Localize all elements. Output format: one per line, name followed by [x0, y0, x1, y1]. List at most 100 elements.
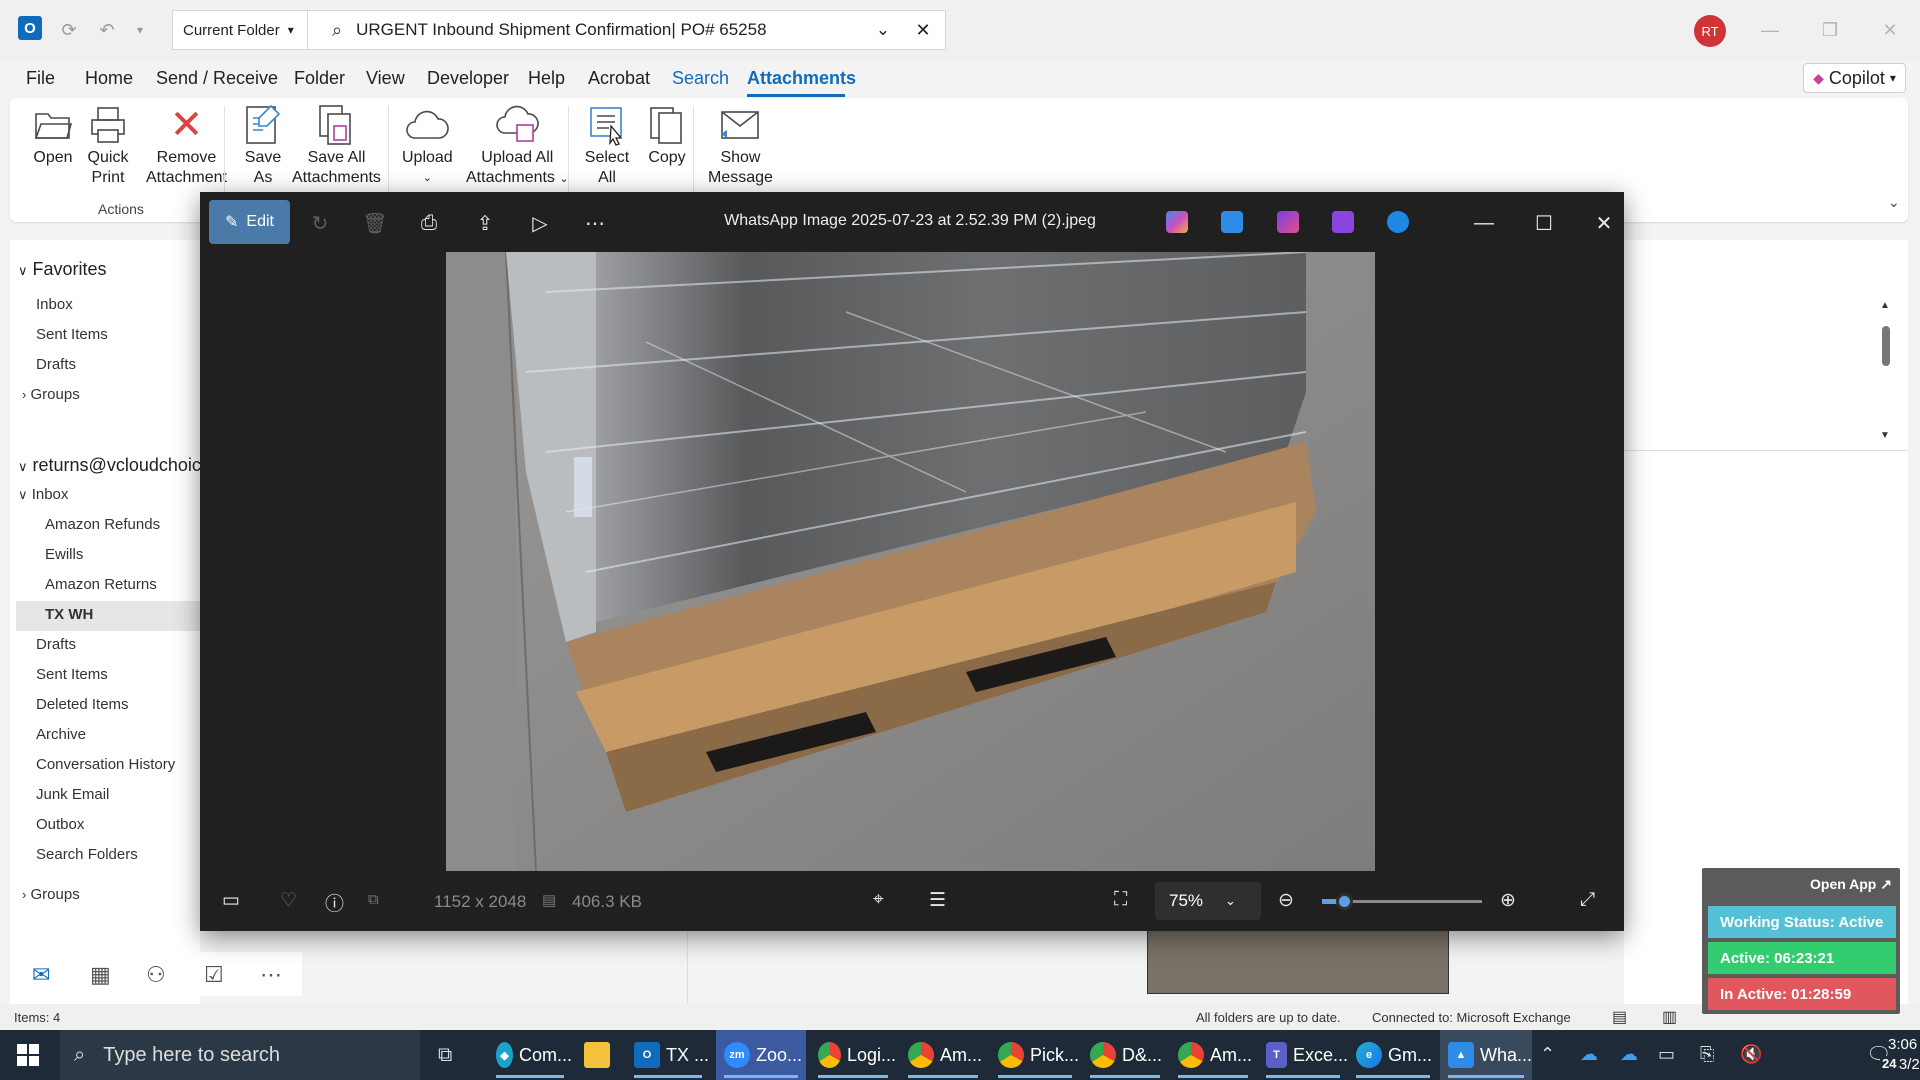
upload-button[interactable]: Upload ⌄: [402, 102, 453, 188]
viewer-minimize-icon[interactable]: —: [1471, 210, 1497, 236]
slideshow-icon[interactable]: ▷: [527, 210, 553, 236]
zoom-out-icon[interactable]: ⊖: [1278, 889, 1294, 912]
folder-deleted-items[interactable]: Deleted Items: [36, 696, 129, 713]
customize-toolbar-icon[interactable]: ▾: [128, 18, 152, 42]
full-screen-icon[interactable]: ⤢: [1580, 889, 1595, 911]
scroll-down-icon[interactable]: ▼: [1880, 430, 1890, 441]
rotate-icon[interactable]: ↻: [307, 210, 333, 236]
reading-pane-scrollbar[interactable]: ▲ ▼: [1876, 300, 1896, 446]
scroll-up-icon[interactable]: ▲: [1880, 300, 1890, 311]
taskbar-app-teams-excel[interactable]: T Exce...: [1258, 1030, 1348, 1080]
folder-outbox[interactable]: Outbox: [36, 816, 84, 833]
open-button[interactable]: Open: [30, 102, 76, 168]
taskbar-app-photos-whatsapp[interactable]: ▲ Wha...: [1440, 1030, 1532, 1080]
normal-view-icon[interactable]: ▤: [1612, 1007, 1627, 1027]
folder-tx-wh[interactable]: TX WH: [45, 606, 93, 623]
account-header[interactable]: ∨ returns@vcloudchoic: [18, 455, 201, 476]
clear-search-icon[interactable]: ✕: [901, 20, 945, 41]
copilot-app-icon[interactable]: [1166, 211, 1188, 233]
clipchamp-app-icon[interactable]: [1332, 211, 1354, 233]
mail-icon[interactable]: ✉: [32, 962, 50, 988]
avatar[interactable]: RT: [1694, 15, 1726, 47]
folder-inbox[interactable]: ∨ Inbox: [18, 486, 68, 503]
folder-fav-sent[interactable]: Sent Items: [36, 326, 108, 343]
quick-print-button[interactable]: Quick Print: [85, 102, 131, 188]
search-scope-dropdown[interactable]: Current Folder ▾: [172, 10, 308, 50]
tab-search[interactable]: Search: [672, 68, 729, 89]
tab-developer[interactable]: Developer: [427, 68, 509, 89]
folder-conversation-history[interactable]: Conversation History: [36, 756, 175, 773]
delete-icon[interactable]: 🗑: [362, 210, 388, 236]
attachment-thumbnail[interactable]: [1147, 930, 1449, 994]
battery-icon[interactable]: ▭: [1658, 1044, 1675, 1065]
folder-junk-email[interactable]: Junk Email: [36, 786, 109, 803]
copy-button[interactable]: Copy: [644, 102, 690, 168]
tab-folder[interactable]: Folder: [294, 68, 345, 89]
onedrive-app-icon[interactable]: [1387, 211, 1409, 233]
viewer-close-icon[interactable]: ✕: [1591, 210, 1617, 236]
scroll-thumb[interactable]: [1882, 326, 1890, 366]
viewer-maximize-icon[interactable]: ☐: [1531, 210, 1557, 236]
open-app-link[interactable]: Open App ↗: [1810, 876, 1892, 893]
folder-drafts[interactable]: Drafts: [36, 636, 76, 653]
zoom-level-dropdown[interactable]: 75% ⌄: [1155, 882, 1261, 920]
save-all-attachments-button[interactable]: Save All Attachments: [292, 102, 381, 188]
close-window-icon[interactable]: ✕: [1870, 14, 1910, 46]
people-icon[interactable]: ⚇: [146, 962, 166, 988]
taskbar-app-edge-gmail[interactable]: e Gm...: [1348, 1030, 1438, 1080]
more-apps-icon[interactable]: ⋯: [260, 962, 282, 988]
tasks-icon[interactable]: ☑: [204, 962, 224, 988]
select-all-button[interactable]: Select All: [584, 102, 630, 188]
task-view-icon[interactable]: ⧉: [438, 1044, 452, 1067]
folder-fav-groups[interactable]: › Groups: [22, 386, 80, 403]
tab-help[interactable]: Help: [528, 68, 565, 89]
undo-icon[interactable]: ↶: [95, 18, 119, 42]
remove-attachment-button[interactable]: ✕ Remove Attachment: [146, 102, 227, 188]
taskbar-search[interactable]: ⌕ Type here to search: [60, 1030, 420, 1080]
onedrive-business-tray-icon[interactable]: ☁: [1620, 1044, 1638, 1065]
filmstrip-icon[interactable]: ▭: [222, 889, 240, 912]
zoom-in-icon[interactable]: ⊕: [1500, 889, 1516, 912]
tab-file[interactable]: File: [26, 68, 55, 89]
show-hidden-icons-chevron-icon[interactable]: ⌃: [1540, 1044, 1555, 1065]
restore-window-icon[interactable]: ❐: [1810, 14, 1850, 46]
tab-acrobat[interactable]: Acrobat: [588, 68, 650, 89]
volume-muted-icon[interactable]: 🔇: [1740, 1044, 1762, 1065]
taskbar-app-outlook[interactable]: O TX ...: [626, 1030, 710, 1080]
favorites-header[interactable]: ∨ Favorites: [18, 259, 107, 280]
folder-groups[interactable]: › Groups: [22, 886, 80, 903]
copilot-button[interactable]: ◆ Copilot ▾: [1803, 63, 1906, 93]
folder-amazon-refunds[interactable]: Amazon Refunds: [45, 516, 160, 533]
save-as-button[interactable]: Save As: [240, 102, 286, 188]
calendar-icon[interactable]: ▦: [90, 962, 111, 988]
collapse-ribbon-icon[interactable]: ⌄: [1888, 194, 1900, 211]
search-options-chevron-icon[interactable]: ⌄: [865, 20, 901, 40]
taskbar-app-chrome-dd[interactable]: D&...: [1082, 1030, 1168, 1080]
onedrive-tray-icon[interactable]: ☁: [1580, 1044, 1598, 1065]
taskbar-app-chrome-pick[interactable]: Pick...: [990, 1030, 1080, 1080]
tab-send-receive[interactable]: Send / Receive: [156, 68, 278, 89]
edit-button[interactable]: ✎ Edit: [209, 200, 290, 244]
taskbar-app-chrome-amazon[interactable]: Am...: [900, 1030, 986, 1080]
upload-all-attachments-button[interactable]: Upload All Attachments ⌄: [466, 102, 569, 189]
print-icon[interactable]: ⎙: [416, 210, 442, 236]
taskbar-app-chrome-amazon-2[interactable]: Am...: [1170, 1030, 1256, 1080]
zoom-slider-handle[interactable]: [1336, 893, 1354, 910]
start-button[interactable]: [0, 1030, 56, 1080]
taskbar-app-chrome-login[interactable]: Logi...: [810, 1030, 896, 1080]
folder-amazon-returns[interactable]: Amazon Returns: [45, 576, 157, 593]
taskbar-app-company-portal[interactable]: ◆ Com...: [488, 1030, 572, 1080]
search-input[interactable]: URGENT Inbound Shipment Confirmation| PO…: [356, 20, 865, 40]
taskbar-app-file-explorer[interactable]: [576, 1030, 620, 1080]
tab-attachments[interactable]: Attachments: [747, 68, 856, 89]
network-icon[interactable]: ⎘: [1700, 1044, 1714, 1065]
tab-view[interactable]: View: [366, 68, 405, 89]
tab-home[interactable]: Home: [85, 68, 133, 89]
reading-view-icon[interactable]: ▥: [1662, 1007, 1677, 1027]
minimize-window-icon[interactable]: —: [1750, 14, 1790, 46]
folder-fav-inbox[interactable]: Inbox: [36, 296, 73, 313]
folder-search-folders[interactable]: Search Folders: [36, 846, 138, 863]
folder-sent-items[interactable]: Sent Items: [36, 666, 108, 683]
visual-search-icon[interactable]: ⌖: [873, 889, 884, 911]
show-message-button[interactable]: Show Message: [708, 102, 773, 188]
